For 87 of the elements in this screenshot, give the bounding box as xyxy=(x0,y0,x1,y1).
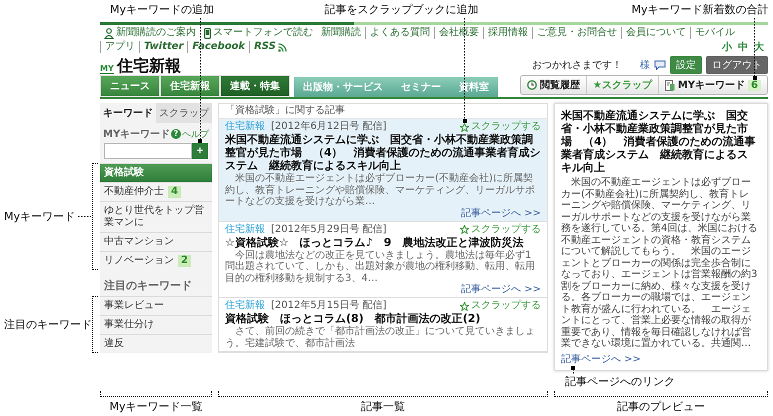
user-suffix: 様 xyxy=(640,58,650,72)
callout-label: Myキーワード xyxy=(4,209,76,224)
person-icon xyxy=(104,28,114,38)
toolbar-button[interactable]: ★スクラップ xyxy=(586,76,658,94)
article-date: [2012年6月12日号 配信] xyxy=(271,121,387,133)
header-link[interactable]: よくある質問 xyxy=(365,27,434,39)
star-icon xyxy=(460,225,469,234)
section-title: 注目のキーワード xyxy=(103,278,193,294)
toolbar-button[interactable]: MYキーワード 6 xyxy=(658,76,767,94)
preview-title: 米国不動産流通システムに学ぶ 国交省・小林不動産業政策調整官が見た市場 （4） 消費者保護のための流通事業者育成システム 継続教育によるスキル向上 xyxy=(561,109,757,174)
nav-tab[interactable]: 住宅新報 xyxy=(160,75,220,97)
greeting-text: おつかれさまです！ xyxy=(532,59,622,72)
callout-label: 記事ページへのリンク xyxy=(565,374,675,388)
article-title: ☆資格試験☆ ほっとコラム♪ 9 農地法改正と津波防災法 xyxy=(225,236,524,248)
article-link[interactable]: 記事ページへ >> xyxy=(225,284,541,295)
preview-text: 米国の不動産エージェントは必ずブローカー(不動産会社)に所属契約し、教育トレーニングや賠償保険、マーケティング、リーガルサポートなどの支援を受けながら業務を遂行している。第4回は、米国における不動産エージェントの資格・教育システムについて解説してもらう。 米国のエージェントとブローカーの関係は完全歩合制になっており、エージェントは営業報酬の約3割をブローカーに納め、様々な支援を受ける。各ブローカーの職場では、エージェント教育が盛んに行われている。 エージェントにとって、営業上必要な情報の取得が重要であり、情報を毎日確認しなければ営業できない環境に置かれている。共通関… xyxy=(561,177,758,350)
article-excerpt: さて、前回の続きで「都市計画法の改正」について見ていきましょう。宅建試験で、都市計画法 xyxy=(225,326,536,349)
callout-label: 記事のプレビュー xyxy=(617,398,705,414)
article-item[interactable]: 住宅新報 [2012年5月29日号 配信] スクラップする ☆資格試験☆ ほっとコラム♪ 9 農地法改正と津波防災法 今回は農地法などの改正を見ていきましょう。農地法は毎年必ず1問出題されていて、しかも、出題対象が農地の権利移動、転用、転用目的の権利移動を規制する3、4… 記事ページへ >> xyxy=(219,222,547,298)
article-title: 資格試験 ほっとコラム(8) 都市計画法の改正(2) xyxy=(225,312,482,325)
header-link[interactable]: ご意見・お問合せ xyxy=(532,27,621,39)
keyword-item[interactable]: リノベーション 2 xyxy=(100,251,212,270)
callout-label: 注目のキーワード xyxy=(4,317,92,332)
clock-icon xyxy=(526,80,537,90)
nav-tab[interactable]: 連載・特集 xyxy=(220,75,290,97)
article-excerpt: 今回は農地法などの改正を見ていきましょう。農地法は毎年必ず1問出題されていて、しかも、出題対象が農地の権利移動、転用、転用目的の権利移動を規制する3、4… xyxy=(225,250,536,284)
article-item[interactable]: 住宅新報 [2012年6月12日号 配信] スクラップする 米国不動産流通システムに学ぶ 国交省・小林不動産業政策調整官が見た市場 （4） 消費者保護のための流通事業者育成システム 継続教育によるスキル向上 米国の不動産エージェントは必ずブローカー(不動産会社)に所属契約し、教育トレーニングや賠償保険、マーケティング、リーガルサポートなどの支援を受けながら業… 記事ページへ >> xyxy=(219,119,547,222)
article-item[interactable]: 住宅新報 [2012年5月15日号 配信] スクラップする 資格試験 ほっとコラム(8) 都市計画法の改正(2) さて、前回の続きで「都市計画法の改正」について見ていきましょう。宅建試験で、都市計画法 xyxy=(219,298,547,352)
callout-label: Myキーワード一覧 xyxy=(110,398,203,414)
article-link[interactable]: 記事ページへ >> xyxy=(225,208,541,218)
keyword-item[interactable]: 不動産仲介士 4 xyxy=(100,182,212,201)
star-icon xyxy=(460,302,469,310)
callout-label: 記事をスクラップブックに追加 xyxy=(324,2,478,17)
phone-icon xyxy=(204,28,211,38)
header-link[interactable]: Twitter xyxy=(139,41,188,53)
help-link[interactable]: ? ヘルプ xyxy=(171,128,209,140)
keyword-item[interactable]: 違反 xyxy=(100,334,212,353)
font-size-link[interactable]: 小 xyxy=(722,40,732,54)
logo-prefix: MY xyxy=(100,64,114,74)
speech-bubble-icon xyxy=(654,60,666,70)
toolbar-button[interactable]: 閲覧履歴 xyxy=(520,76,586,94)
source-label: 住宅新報 xyxy=(225,300,265,312)
nav-tab[interactable]: ニュース xyxy=(100,75,160,97)
header-link[interactable]: 会員について xyxy=(621,27,690,39)
keyword-item[interactable]: 資格試験 xyxy=(100,163,212,182)
scrap-link[interactable]: スクラップする xyxy=(460,300,541,312)
settings-button[interactable]: 設定 xyxy=(670,56,702,74)
header-link[interactable]: 新聞購読 xyxy=(317,27,365,39)
count-badge: 4 xyxy=(168,186,181,198)
article-date: [2012年5月29日号 配信] xyxy=(271,224,387,236)
header-link[interactable]: スマートフォンで読む xyxy=(200,27,317,39)
star-icon xyxy=(460,122,469,132)
section-title: MYキーワード xyxy=(103,128,170,141)
header-link[interactable]: モバイル xyxy=(690,27,739,39)
source-label: 住宅新報 xyxy=(225,121,265,133)
keyword-item[interactable]: 中古マンション xyxy=(100,232,212,251)
header-link[interactable]: 新聞購読のご案内 xyxy=(100,27,200,39)
count-badge: 2 xyxy=(178,255,191,267)
font-size-link[interactable]: 大 xyxy=(754,40,764,54)
keyword-input[interactable] xyxy=(104,143,192,159)
callout-label: 記事一覧 xyxy=(361,398,405,414)
callout-label: Myキーワードの追加 xyxy=(110,2,214,17)
add-button[interactable]: + xyxy=(192,143,208,159)
logo: 住宅新報 xyxy=(116,56,181,74)
rss-icon xyxy=(278,42,287,52)
article-link[interactable]: 記事ページへ >> xyxy=(561,354,641,364)
font-size-link[interactable]: 中 xyxy=(738,40,748,54)
header-link[interactable]: アプリ xyxy=(100,41,139,53)
header-link[interactable]: RSS xyxy=(249,41,291,53)
header-link[interactable]: 採用情報 xyxy=(483,27,532,39)
scrap-link[interactable]: スクラップする xyxy=(460,121,541,133)
sidebar-tab[interactable]: スクラップ xyxy=(156,103,212,123)
bracket-line xyxy=(92,296,98,353)
count-badge: 6 xyxy=(748,80,761,90)
logout-button[interactable]: ログアウト xyxy=(706,56,768,74)
article-excerpt: 米国の不動産エージェントは必ずブローカー(不動産会社)に所属契約し、教育トレーニングや賠償保険、マーケティング、リーガルサポートなどの支援を受けながら業… xyxy=(225,173,536,208)
callout-label: Myキーワード新着数の合計 xyxy=(632,2,769,17)
source-label: 住宅新報 xyxy=(225,224,265,236)
article-date: [2012年5月15日号 配信] xyxy=(271,300,387,312)
keyword-item[interactable]: ゆとり世代をトップ営業マンに xyxy=(100,201,212,232)
document-icon xyxy=(664,80,675,90)
help-icon: ? xyxy=(171,129,181,139)
keyword-item[interactable]: 事業レビュー xyxy=(100,296,212,315)
article-title: 米国不動産流通システムに学ぶ 国交省・小林不動産業政策調整官が見た市場 （4） 消費者保護のための流通事業者育成システム 継続教育によるスキル向上 xyxy=(225,133,541,172)
keyword-item[interactable]: 事業仕分け xyxy=(100,315,212,334)
scrap-link[interactable]: スクラップする xyxy=(460,224,541,236)
header-link[interactable]: Facebook xyxy=(187,41,250,53)
